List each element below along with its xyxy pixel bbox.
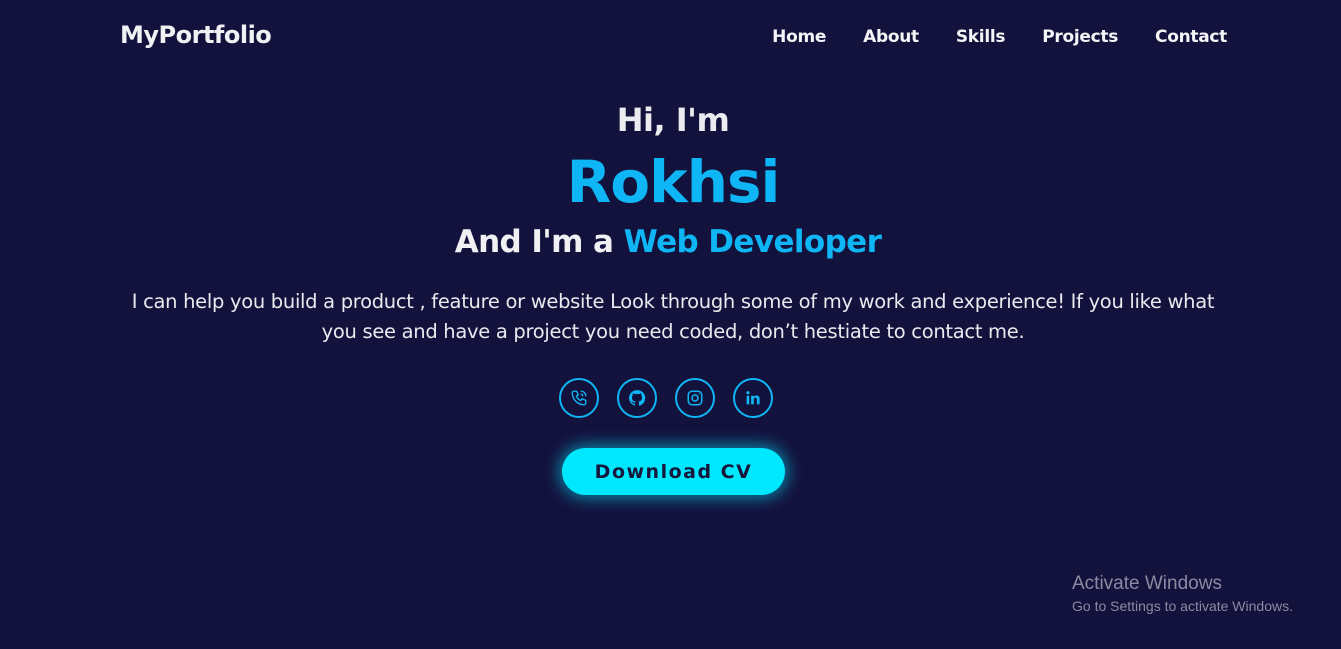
watermark-subtitle: Go to Settings to activate Windows. bbox=[1072, 598, 1293, 614]
github-link[interactable] bbox=[617, 378, 657, 418]
phone-icon bbox=[571, 390, 587, 406]
navbar: MyPortfolio Home About Skills Projects C… bbox=[0, 0, 1341, 76]
hero-name: Rokhsi bbox=[566, 148, 781, 216]
site-logo[interactable]: MyPortfolio bbox=[120, 21, 272, 49]
hero-role-line: And I'm a Web Developer bbox=[0, 224, 1336, 260]
nav-link-about[interactable]: About bbox=[863, 27, 919, 47]
github-icon bbox=[629, 390, 646, 406]
download-cv-button[interactable]: Download CV bbox=[562, 448, 785, 495]
hero-greeting: Hi, I'm bbox=[616, 101, 730, 139]
role-title: Web Developer bbox=[623, 224, 882, 260]
windows-activation-watermark: Activate Windows Go to Settings to activ… bbox=[1072, 573, 1293, 617]
hero-description: I can help you build a product , feature… bbox=[131, 290, 1215, 343]
watermark-title: Activate Windows bbox=[1072, 573, 1222, 594]
social-links bbox=[559, 378, 773, 418]
portfolio-page: MyPortfolio Home About Skills Projects C… bbox=[0, 0, 1341, 649]
instagram-link[interactable] bbox=[675, 378, 715, 418]
linkedin-link[interactable] bbox=[733, 378, 773, 418]
phone-link[interactable] bbox=[559, 378, 599, 418]
nav-menu: Home About Skills Projects Contact bbox=[735, 27, 1227, 47]
nav-link-home[interactable]: Home bbox=[772, 27, 826, 47]
role-prefix: And I'm a bbox=[454, 224, 614, 260]
instagram-icon bbox=[687, 390, 703, 406]
nav-link-skills[interactable]: Skills bbox=[956, 27, 1006, 47]
nav-link-contact[interactable]: Contact bbox=[1155, 27, 1227, 47]
nav-link-projects[interactable]: Projects bbox=[1042, 27, 1118, 47]
linkedin-icon bbox=[746, 391, 760, 405]
